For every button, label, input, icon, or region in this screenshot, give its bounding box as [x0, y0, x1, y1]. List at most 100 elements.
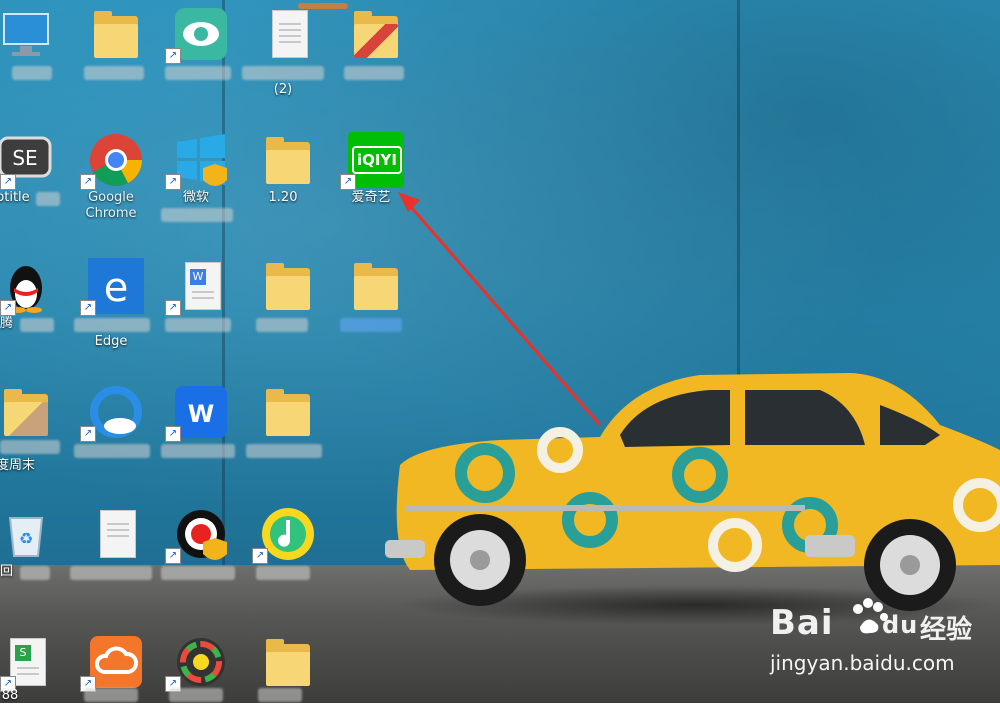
shortcut-arrow-icon: ↗ — [165, 548, 181, 564]
desktop-icon-label: btitle — [0, 190, 30, 205]
svg-text:W: W — [188, 400, 214, 428]
folder-icon-row4[interactable] — [242, 378, 324, 478]
google-chrome-shortcut[interactable]: ↗ Google Chrome — [70, 126, 152, 226]
svg-text:SE: SE — [12, 146, 37, 170]
desktop-icon-label: 88 — [1, 688, 19, 703]
redacted-label — [169, 688, 223, 702]
svg-text:♻: ♻ — [19, 529, 33, 548]
desktop-icon-label: 爱奇艺 — [351, 190, 391, 205]
cloud-app-shortcut[interactable]: ↗ — [70, 628, 152, 728]
watermark-brand-suffix: du — [882, 611, 919, 639]
qq-browser-icon — [90, 386, 142, 438]
chrome-icon — [90, 134, 142, 186]
green-eye-app-shortcut[interactable]: ↗ — [155, 0, 237, 100]
redacted-label — [36, 192, 60, 206]
shortcut-arrow-icon: ↗ — [80, 300, 96, 316]
shortcut-arrow-icon: ↗ — [165, 174, 181, 190]
redacted-label — [340, 318, 402, 332]
redacted-label — [84, 66, 144, 80]
microsoft-windows-shortcut[interactable]: ↗ 微软 — [155, 126, 237, 226]
folder-icon[interactable] — [70, 0, 152, 100]
redacted-label — [0, 440, 60, 454]
edge-icon: e — [88, 258, 144, 314]
folder-1-20-icon[interactable]: 1.20 — [242, 126, 324, 226]
redacted-label — [165, 66, 231, 80]
folder-photo-icon[interactable]: 度周末 — [0, 378, 62, 478]
redacted-label — [165, 318, 231, 332]
qq-browser-shortcut[interactable]: ↗ — [70, 378, 152, 478]
wps-office-icon: W — [175, 386, 227, 438]
yellow-car-image — [385, 373, 1000, 611]
redacted-label — [12, 66, 52, 80]
folder-colorful-icon[interactable] — [330, 0, 412, 100]
redacted-label — [161, 444, 235, 458]
desktop-icon-label: 微软 — [182, 190, 209, 205]
wps-office-shortcut[interactable]: W ↗ — [155, 378, 237, 478]
shortcut-arrow-icon: ↗ — [0, 174, 16, 190]
shortcut-arrow-icon: ↗ — [252, 548, 268, 564]
tencent-qq-shortcut[interactable]: ↗ 腾 — [0, 252, 62, 352]
wps-writer-document[interactable]: W ↗ — [155, 252, 237, 352]
text-document-icon[interactable]: (2) — [242, 0, 324, 100]
recycle-bin-icon[interactable]: ♻ 回 — [0, 500, 62, 600]
desktop-icon-label: Google Chrome — [85, 190, 137, 221]
folder-icon-row6[interactable] — [242, 628, 324, 728]
color-wheel-app-shortcut[interactable]: ↗ — [155, 628, 237, 728]
microsoft-edge-shortcut[interactable]: e ↗ Edge — [70, 252, 152, 352]
redacted-label — [20, 566, 50, 580]
this-pc-icon[interactable]: 我 — [0, 0, 62, 100]
wps-document-icon: W — [173, 258, 229, 314]
video-app-shortcut[interactable]: ↗ — [155, 500, 237, 600]
folder-icon — [260, 258, 316, 314]
qq-music-shortcut[interactable]: ↗ — [242, 500, 324, 600]
desktop-icon-label: 度周末 — [0, 458, 36, 473]
monitor-icon — [3, 13, 49, 56]
desktop-icon-label: Edge — [94, 334, 128, 349]
shortcut-arrow-icon: ↗ — [165, 48, 181, 64]
redacted-label — [258, 688, 302, 702]
shortcut-arrow-icon: ↗ — [165, 426, 181, 442]
redacted-label — [74, 444, 150, 458]
folder-icon — [260, 384, 316, 440]
shortcut-arrow-icon: ↗ — [165, 300, 181, 316]
folder-icon — [88, 6, 144, 62]
redacted-label — [256, 318, 308, 332]
video-record-icon — [177, 510, 227, 560]
redacted-label — [70, 566, 152, 580]
cloud-icon — [90, 636, 142, 688]
baidu-jingyan-watermark: Bai du 经验 jingyan.baidu.com — [770, 595, 990, 690]
shortcut-arrow-icon: ↗ — [340, 174, 356, 190]
iqiyi-shortcut[interactable]: iQIYI ↗ 爱奇艺 — [330, 126, 412, 226]
recycle-bin-icon: ♻ — [8, 517, 44, 557]
svg-text:e: e — [104, 265, 129, 311]
desktop-icon-label: 1.20 — [268, 190, 298, 205]
folder-icon — [0, 384, 54, 440]
folder-icon — [348, 6, 404, 62]
windows-icon — [177, 134, 227, 186]
folder-selected-icon[interactable] — [330, 252, 412, 352]
document-icon — [88, 506, 144, 562]
folder-icon-row3[interactable] — [242, 252, 324, 352]
redacted-label — [161, 566, 235, 580]
desktop-icon-label: (2) — [273, 82, 293, 97]
watermark-url: jingyan.baidu.com — [770, 651, 955, 675]
subtitle-edit-icon[interactable]: SE ↗ btitle — [0, 126, 62, 226]
redacted-label — [20, 318, 54, 332]
watermark-cn: 经验 — [920, 615, 973, 645]
redacted-label — [344, 66, 404, 80]
redacted-label — [246, 444, 322, 458]
redacted-label — [161, 208, 233, 222]
redacted-label — [256, 566, 310, 580]
shortcut-arrow-icon: ↗ — [80, 174, 96, 190]
new-text-document[interactable] — [70, 500, 152, 600]
wps-sheet-shortcut[interactable]: S ↗ 88 — [0, 628, 62, 728]
document-icon — [260, 6, 316, 62]
iqiyi-icon: iQIYI — [348, 132, 404, 188]
shortcut-arrow-icon: ↗ — [0, 300, 16, 316]
qq-music-icon — [262, 508, 314, 560]
shortcut-arrow-icon: ↗ — [80, 426, 96, 442]
redacted-label — [74, 318, 150, 332]
folder-icon — [260, 132, 316, 188]
watermark-brand: Bai — [770, 603, 834, 643]
redacted-label — [84, 688, 138, 702]
